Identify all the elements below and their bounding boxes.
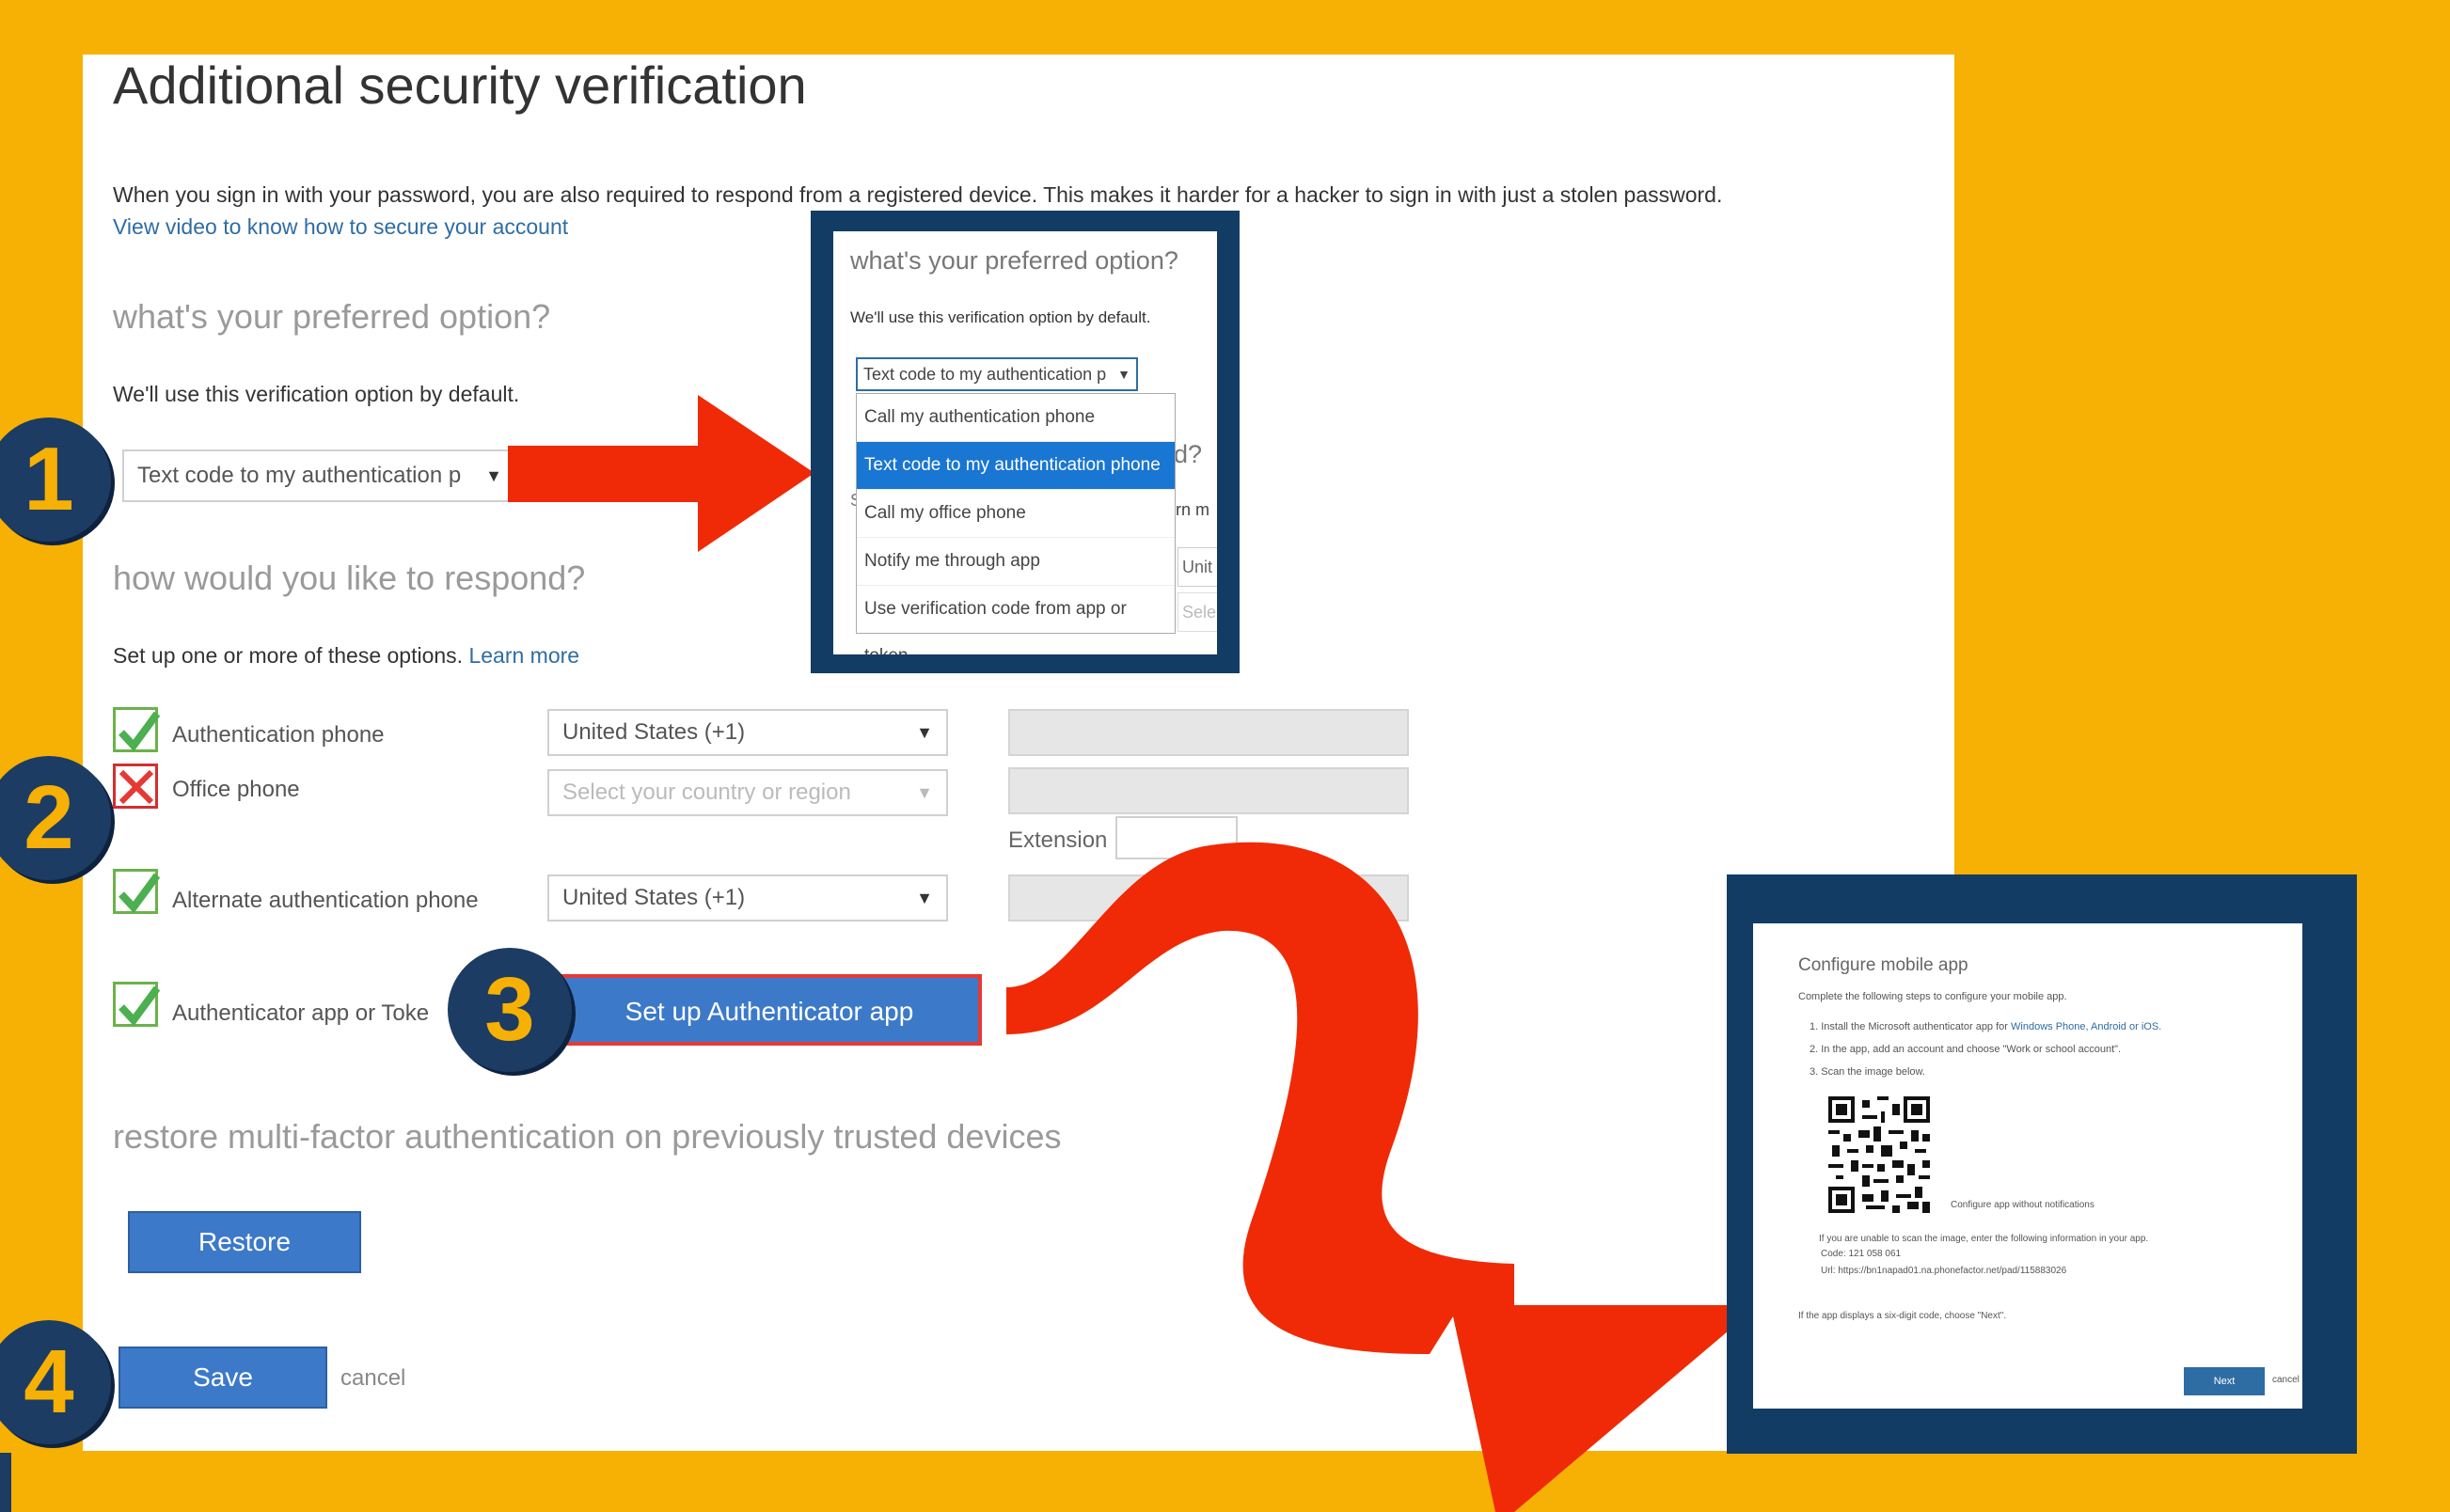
configure-app-step2: 2. In the app, add an account and choose…	[1810, 1044, 2122, 1055]
cancel-link[interactable]: cancel	[340, 1365, 405, 1392]
code-value: 121 058 061	[1848, 1249, 1902, 1259]
url-label: Url:	[1821, 1266, 1836, 1276]
save-button[interactable]: Save	[119, 1347, 327, 1409]
six-digit-text: If the app displays a six-digit code, ch…	[1798, 1311, 2007, 1321]
app-cancel-link[interactable]: cancel	[2272, 1375, 2300, 1385]
bg-fragment-sele: Sele	[1178, 592, 1217, 632]
configure-app-step1: 1. Install the Microsoft authenticator a…	[1810, 1021, 2161, 1032]
popup-desc: We'll use this verification option by de…	[850, 308, 1151, 326]
option-notify-app[interactable]: Notify me through app	[857, 538, 1175, 586]
unable-to-scan-text: If you are unable to scan the image, ent…	[1819, 1234, 2149, 1244]
qr-code-image	[1828, 1096, 1930, 1213]
restore-heading: restore multi-factor authentication on p…	[113, 1117, 1062, 1156]
configure-app-title: Configure mobile app	[1798, 955, 1968, 975]
code-label: Code:	[1821, 1249, 1846, 1259]
popup-select[interactable]: Text code to my authentication p ▼	[856, 357, 1138, 391]
bg-fragment-unit: Unit	[1178, 547, 1217, 587]
store-links[interactable]: Windows Phone, Android or iOS.	[2011, 1021, 2161, 1032]
dropdown-popup: what's your preferred option? We'll use …	[833, 231, 1217, 654]
option-text-code[interactable]: Text code to my authentication phone	[857, 442, 1175, 490]
url-value: https://bn1napad01.na.phonefactor.net/pa…	[1838, 1266, 2067, 1276]
configure-app-popup: Configure mobile app Complete the follow…	[1753, 923, 2302, 1409]
code-row: Code: 121 058 061	[1821, 1249, 1901, 1259]
next-button[interactable]: Next	[2184, 1367, 2265, 1395]
url-row: Url: https://bn1napad01.na.phonefactor.n…	[1821, 1266, 2066, 1276]
configure-app-step3: 3. Scan the image below.	[1810, 1066, 1925, 1078]
bg-fragment-d: d?	[1174, 440, 1203, 468]
popup-heading: what's your preferred option?	[850, 246, 1178, 275]
arrow-to-dropdown-popup	[508, 395, 814, 552]
bg-fragment-rn: rn m	[1176, 500, 1209, 519]
setup-authenticator-app-button[interactable]: Set up Authenticator app	[557, 974, 982, 1046]
popup-select-value: Text code to my authentication p	[863, 365, 1107, 384]
curved-arrow-to-app-popup	[1006, 842, 1759, 1512]
configure-without-notifications-link[interactable]: Configure app without notifications	[1951, 1200, 2094, 1210]
decorative-edge	[0, 1453, 11, 1512]
configure-app-intro: Complete the following steps to configur…	[1798, 991, 2067, 1002]
popup-option-list: Call my authentication phone Text code t…	[856, 393, 1176, 654]
option-call-auth-phone[interactable]: Call my authentication phone	[857, 394, 1175, 442]
step-badge-3: 3	[448, 948, 572, 1072]
option-call-office-phone[interactable]: Call my office phone	[857, 490, 1175, 538]
restore-button[interactable]: Restore	[128, 1211, 361, 1273]
step1-text: 1. Install the Microsoft authenticator a…	[1810, 1021, 2008, 1032]
chevron-down-icon: ▼	[1117, 367, 1130, 382]
option-verification-code[interactable]: Use verification code from app or token	[857, 586, 1175, 654]
